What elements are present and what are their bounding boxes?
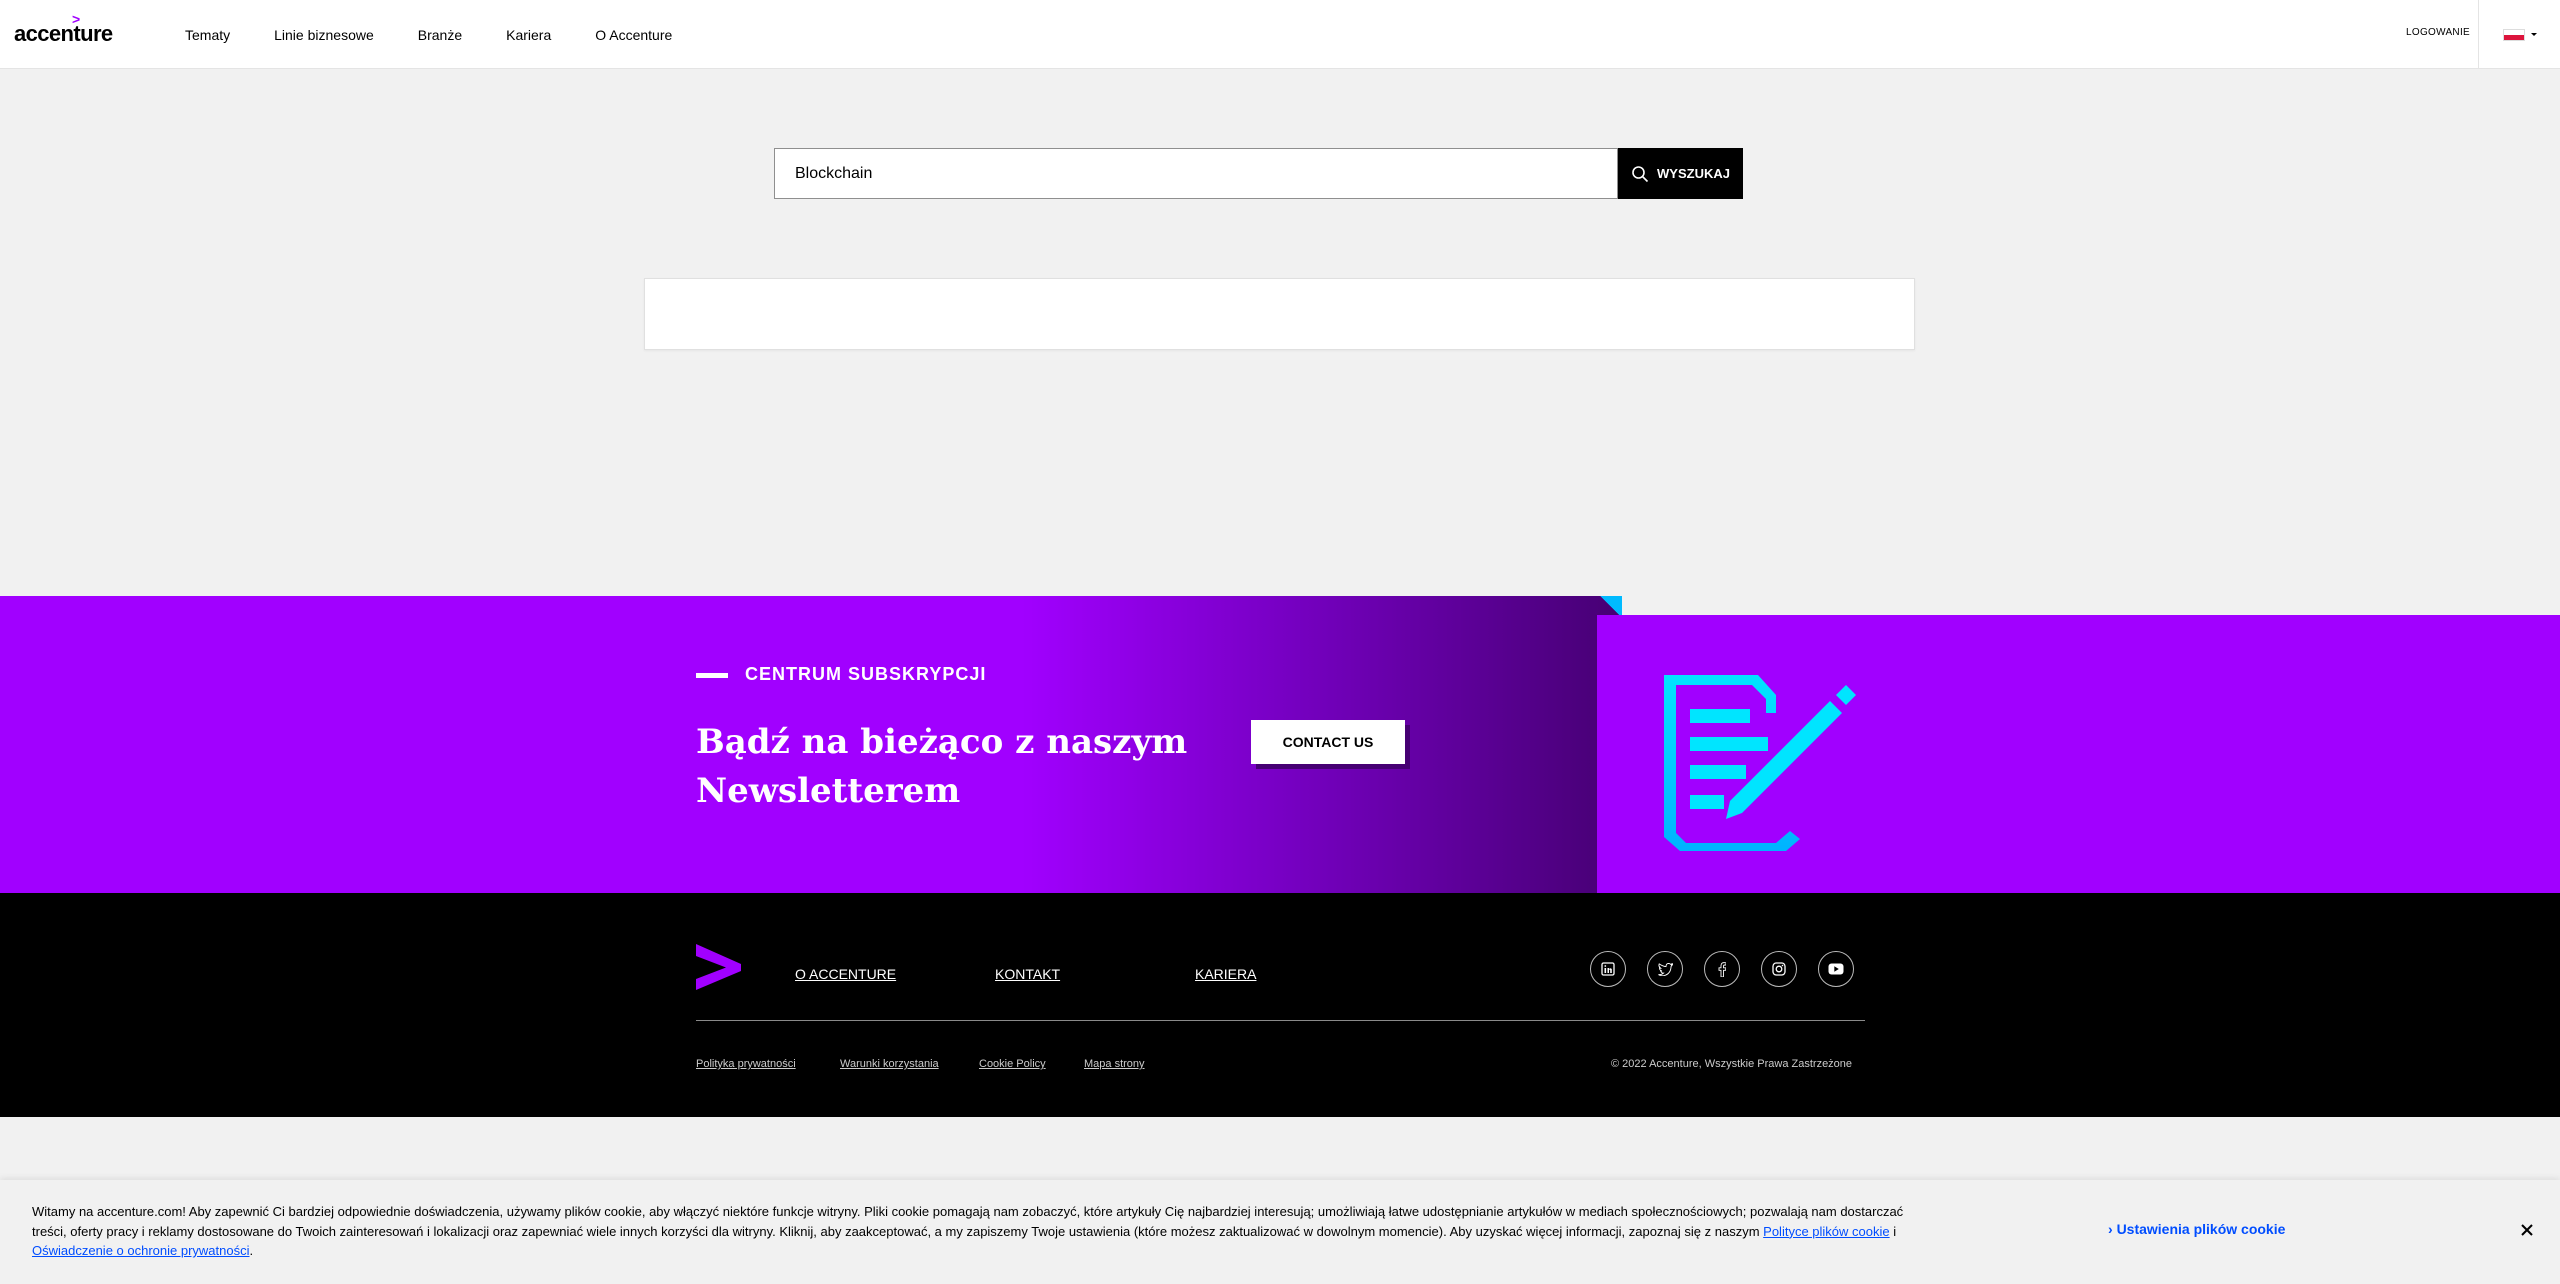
- youtube-icon[interactable]: [1818, 951, 1854, 987]
- footer-link-sitemap[interactable]: Mapa strony: [1084, 1058, 1145, 1070]
- accent-triangle: [1597, 596, 1622, 615]
- search-button-label: WYSZUKAJ: [1657, 166, 1730, 181]
- footer: [0, 893, 2560, 1117]
- search-bar: WYSZUKAJ: [774, 148, 1743, 199]
- newsletter-headline: Bądź na bieżąco z naszym Newsletterem: [696, 722, 1188, 811]
- linkedin-icon[interactable]: [1590, 951, 1626, 987]
- cookie-body-text: Witamy na accenture.com! Aby zapewnić Ci…: [32, 1204, 1904, 1239]
- eyebrow-dash: [696, 673, 728, 678]
- instagram-icon[interactable]: [1761, 951, 1797, 987]
- search-button[interactable]: WYSZUKAJ: [1618, 148, 1743, 199]
- cookie-policy-link[interactable]: Polityce plików cookie: [1763, 1224, 1889, 1239]
- search-results-panel: [644, 278, 1915, 350]
- cookie-joiner: i: [1893, 1223, 1897, 1239]
- footer-link-o-accenture[interactable]: O ACCENTURE: [795, 966, 896, 982]
- cookie-period: .: [249, 1243, 254, 1258]
- close-icon[interactable]: [2517, 1220, 2537, 1240]
- search-icon: [1632, 165, 1649, 182]
- chevron-right-icon: ›: [2108, 1221, 2113, 1237]
- search-input[interactable]: [774, 148, 1618, 199]
- copyright-text: © 2022 Accenture, Wszystkie Prawa Zastrz…: [1611, 1058, 1853, 1070]
- nav-item-kariera[interactable]: Kariera: [506, 27, 551, 43]
- nav-item-tematy[interactable]: Tematy: [185, 27, 230, 43]
- logo-text: accenture: [14, 21, 113, 46]
- top-navigation-bar: > accenture Tematy Linie biznesowe Branż…: [0, 0, 2560, 69]
- accenture-footer-logo-icon[interactable]: [696, 944, 741, 990]
- twitter-icon[interactable]: [1647, 951, 1683, 987]
- cookie-settings-link[interactable]: › Ustawienia plików cookie: [2108, 1221, 2285, 1237]
- chevron-down-icon: [2530, 33, 2537, 36]
- footer-link-privacy-policy[interactable]: Polityka prywatności: [696, 1058, 796, 1070]
- accenture-logo[interactable]: > accenture: [14, 12, 119, 48]
- newsletter-edit-icon: [1664, 675, 1856, 851]
- footer-link-terms[interactable]: Warunki korzystania: [840, 1058, 939, 1070]
- footer-link-kontakt[interactable]: KONTAKT: [995, 966, 1060, 982]
- contact-us-button[interactable]: CONTACT US: [1251, 720, 1405, 764]
- login-link[interactable]: LOGOWANIE: [2406, 27, 2470, 38]
- cookie-message: Witamy na accenture.com! Aby zapewnić Ci…: [32, 1202, 1912, 1261]
- footer-link-cookie-policy[interactable]: Cookie Policy: [979, 1058, 1046, 1070]
- poland-flag-icon: [2502, 28, 2525, 41]
- main-nav: Tematy Linie biznesowe Branże Kariera O …: [185, 0, 716, 69]
- footer-divider: [696, 1020, 1865, 1021]
- nav-item-o-accenture[interactable]: O Accenture: [595, 27, 672, 43]
- cookie-settings-label: Ustawienia plików cookie: [2116, 1221, 2286, 1237]
- language-selector[interactable]: [2478, 0, 2560, 69]
- nav-item-linie-biznesowe[interactable]: Linie biznesowe: [274, 27, 374, 43]
- newsletter-eyebrow: CENTRUM SUBSKRYPCJI: [745, 664, 987, 684]
- nav-item-branze[interactable]: Branże: [418, 27, 462, 43]
- facebook-icon[interactable]: [1704, 951, 1740, 987]
- privacy-statement-link[interactable]: Oświadczenie o ochronie prywatności: [32, 1243, 250, 1258]
- footer-link-kariera[interactable]: KARIERA: [1195, 966, 1256, 982]
